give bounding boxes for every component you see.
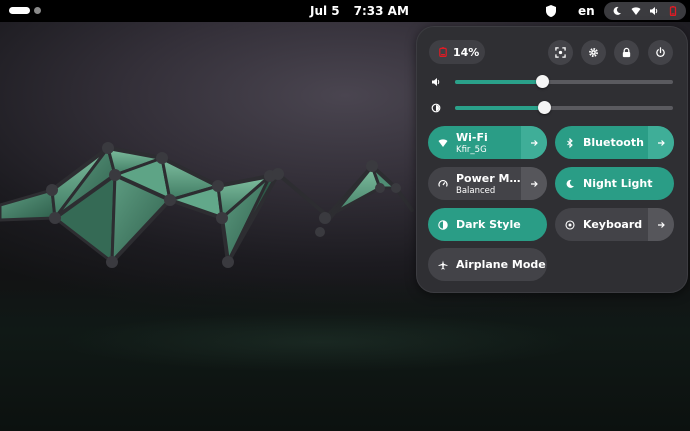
wifi-network-name: Kfir_5G (456, 144, 487, 155)
brightness-icon (431, 103, 441, 113)
power-mode-menu-arrow[interactable] (521, 167, 547, 200)
wifi-menu-arrow[interactable] (521, 126, 547, 159)
volume-slider-track[interactable] (455, 75, 673, 88)
bluetooth-toggle[interactable]: Bluetooth (555, 126, 674, 159)
shield-icon[interactable] (545, 4, 557, 18)
gear-icon (589, 48, 598, 57)
volume-icon (650, 7, 658, 15)
arrow-right-icon (658, 139, 665, 146)
clock-date: Jul 5 (310, 4, 340, 18)
airplane-icon (438, 260, 448, 269)
battery-status-button[interactable]: 14% (429, 40, 485, 64)
dark-style-icon (438, 219, 448, 230)
arrow-right-icon (531, 180, 538, 187)
moon-icon (566, 179, 574, 188)
keyboard-icon (565, 219, 575, 230)
wifi-icon (631, 7, 641, 15)
keyboard-label: Keyboard (583, 218, 643, 231)
volume-slider-handle[interactable] (536, 75, 550, 88)
power-mode-icon (438, 179, 448, 187)
volume-icon (432, 78, 440, 86)
screenshot-button[interactable] (548, 40, 573, 65)
battery-percentage: 14% (453, 45, 480, 59)
night-light-icon (613, 6, 622, 15)
brightness-slider-fill (455, 106, 545, 110)
lock-button[interactable] (614, 40, 639, 65)
workspace-active-pill[interactable] (9, 7, 30, 14)
screenshot-icon (555, 47, 566, 58)
system-menu-button[interactable] (604, 2, 686, 20)
volume-slider-fill (455, 80, 543, 84)
workspace-indicator[interactable] (9, 7, 41, 14)
battery-icon (669, 6, 676, 16)
power-mode-value: Balanced (456, 185, 496, 196)
top-bar: Jul 5 7:33 AM en (0, 0, 690, 22)
battery-low-icon (439, 47, 447, 57)
clock-button[interactable]: Jul 5 7:33 AM (310, 4, 409, 18)
power-mode-label: Power Mo… (456, 171, 521, 185)
dark-style-toggle[interactable]: Dark Style (428, 208, 547, 241)
brightness-slider-handle[interactable] (538, 101, 552, 114)
settings-button[interactable] (581, 40, 606, 65)
airplane-mode-toggle[interactable]: Airplane Mode (428, 248, 547, 281)
arrow-right-icon (658, 221, 665, 228)
quick-settings-panel: 14% Wi-Fi Kfir_5G Bluetooth Power Mo… Ba… (416, 26, 688, 293)
keyboard-toggle[interactable]: Keyboard (555, 208, 674, 241)
arrow-right-icon (531, 139, 538, 146)
wifi-icon (438, 138, 448, 147)
bluetooth-toggle-label: Bluetooth (583, 136, 644, 149)
bluetooth-icon (567, 137, 573, 148)
brightness-slider-track[interactable] (455, 101, 673, 114)
keyboard-menu-arrow[interactable] (648, 208, 674, 241)
brightness-slider[interactable] (431, 100, 673, 116)
clock-time: 7:33 AM (353, 4, 409, 18)
dark-style-label: Dark Style (456, 218, 521, 231)
lock-icon (622, 47, 631, 58)
wifi-toggle-label: Wi-Fi (456, 130, 488, 144)
night-light-toggle[interactable]: Night Light (555, 167, 674, 200)
power-icon (656, 47, 665, 57)
night-light-label: Night Light (583, 177, 653, 190)
wifi-toggle[interactable]: Wi-Fi Kfir_5G (428, 126, 547, 159)
airplane-mode-label: Airplane Mode (456, 258, 546, 271)
bluetooth-menu-arrow[interactable] (648, 126, 674, 159)
power-mode-toggle[interactable]: Power Mo… Balanced (428, 167, 547, 200)
workspace-dot[interactable] (34, 7, 41, 14)
power-button[interactable] (648, 40, 673, 65)
keyboard-layout-indicator[interactable]: en (578, 4, 595, 18)
volume-slider[interactable] (431, 74, 673, 90)
